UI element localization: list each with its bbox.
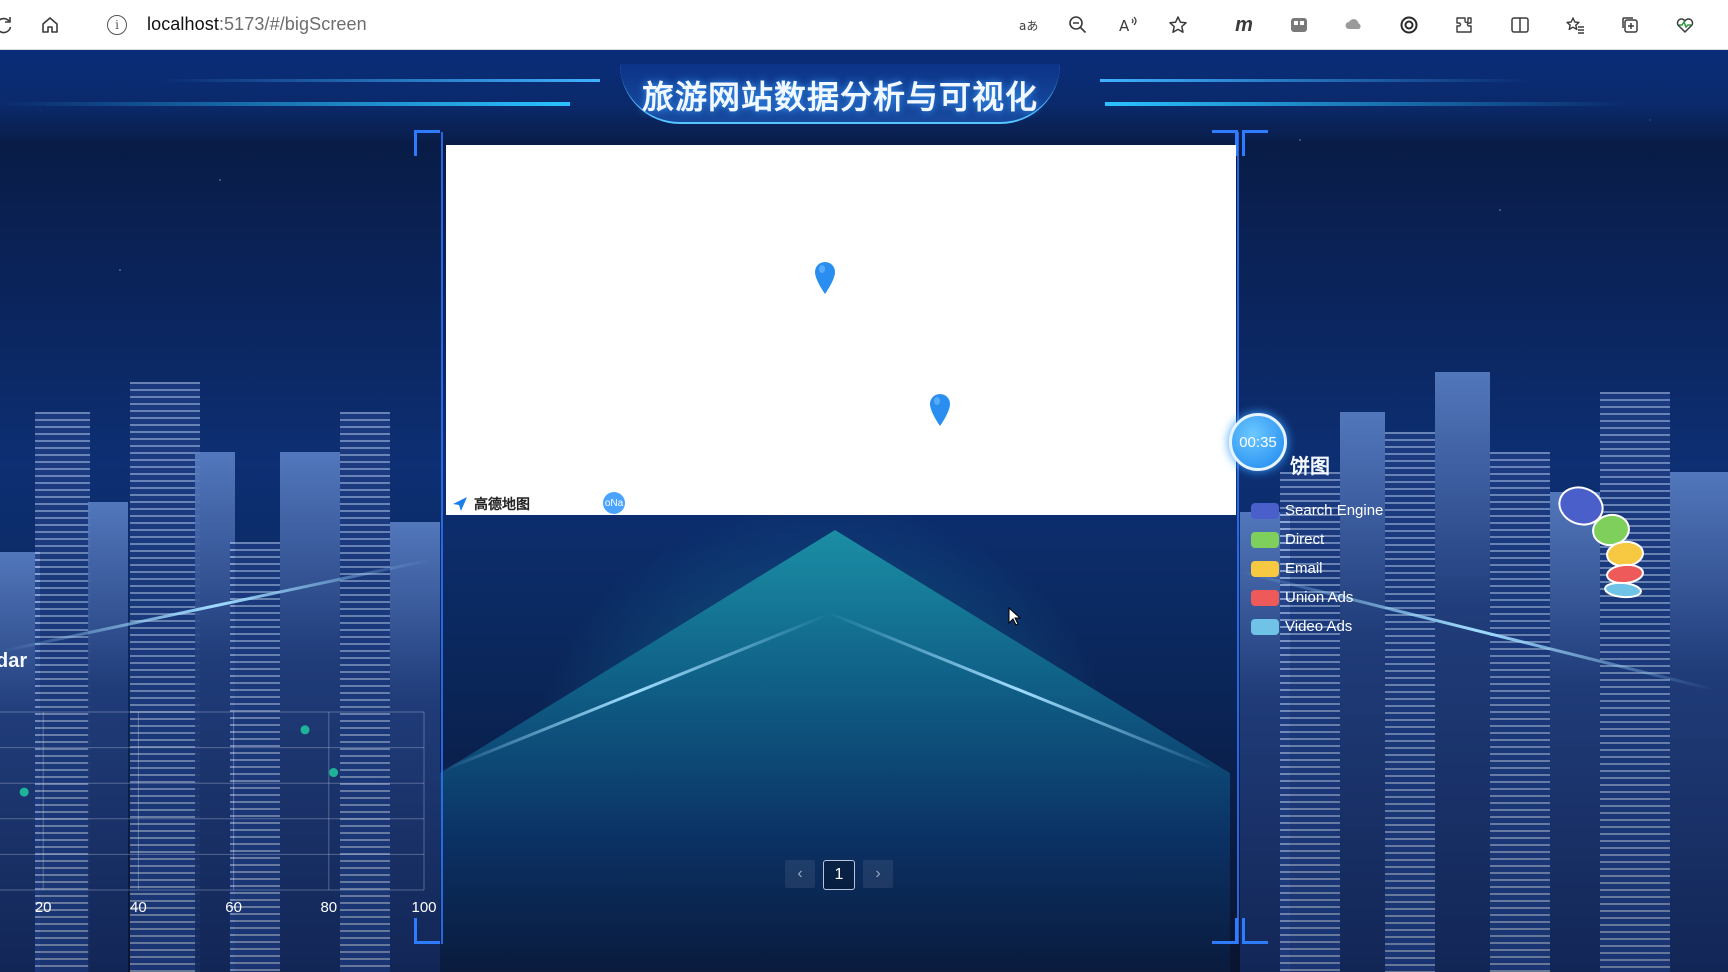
amap-arrow-icon: [453, 497, 467, 511]
legend-item[interactable]: Search Engine: [1251, 501, 1383, 520]
frame-corner-br: [1212, 918, 1238, 944]
legend-item[interactable]: Video Ads: [1251, 617, 1383, 636]
pie-chart: [1558, 486, 1644, 599]
map-provider-label: 高德地图: [474, 496, 530, 512]
legend-item[interactable]: Union Ads: [1251, 588, 1383, 607]
legend-swatch: [1251, 502, 1279, 519]
map-marker-icon[interactable]: [928, 393, 952, 427]
next-page-button[interactable]: ›: [863, 860, 893, 888]
legend-label: Video Ads: [1285, 618, 1353, 635]
cloud-icon[interactable]: [1340, 11, 1368, 39]
header-line-left: [0, 102, 570, 106]
split-screen-icon[interactable]: [1506, 11, 1534, 39]
legend-swatch: [1251, 618, 1279, 635]
info-icon[interactable]: i: [107, 15, 127, 35]
legend-swatch: [1251, 531, 1279, 548]
prev-page-button[interactable]: ‹: [785, 860, 815, 888]
timer-badge: 00:35: [1229, 413, 1287, 471]
collections-icon[interactable]: [1616, 11, 1644, 39]
legend-label: Union Ads: [1285, 589, 1354, 606]
read-aloud-icon[interactable]: A: [1114, 11, 1142, 39]
url-path: :5173/#/bigScreen: [218, 14, 367, 34]
header-glow-right: [1100, 79, 1530, 82]
scatter-chart: 20 40 60 80 100: [0, 711, 437, 916]
home-icon[interactable]: [36, 11, 64, 39]
m-extension-icon[interactable]: m: [1230, 11, 1258, 39]
zoom-out-icon[interactable]: [1064, 11, 1092, 39]
legend-item[interactable]: Email: [1251, 559, 1383, 578]
copilot-icon[interactable]: [1395, 11, 1423, 39]
page-number-button[interactable]: 1: [823, 860, 855, 890]
refresh-icon[interactable]: [0, 11, 18, 39]
pie-slice[interactable]: [1604, 581, 1642, 599]
header-glow-left: [160, 79, 600, 82]
x-tick-label: 100: [411, 899, 436, 916]
svg-text:aあ: aあ: [1019, 19, 1038, 33]
frame-corner-tl: [414, 130, 440, 156]
pie-panel-title: 饼图: [1290, 456, 1330, 478]
x-tick-label: 20: [35, 899, 52, 916]
legend-item[interactable]: Direct: [1251, 530, 1383, 549]
map-badge-text: oNa: [604, 497, 624, 509]
svg-text:A: A: [1119, 17, 1130, 35]
frame-corner-rb: [1242, 918, 1268, 944]
mouse-cursor-icon: [1008, 607, 1022, 626]
map-view[interactable]: [446, 145, 1236, 515]
favorites-icon[interactable]: [1561, 11, 1589, 39]
pie-slice[interactable]: [1606, 563, 1644, 585]
legend-swatch: [1251, 560, 1279, 577]
legend-label: Email: [1285, 560, 1323, 577]
frame-corner-rt: [1242, 130, 1268, 156]
address-bar[interactable]: localhost:5173/#/bigScreen: [147, 14, 367, 35]
left-panel-title: dar: [0, 650, 28, 672]
x-tick-label: 80: [320, 899, 337, 916]
header-line-right: [1105, 102, 1625, 106]
legend-swatch: [1251, 589, 1279, 606]
x-tick-label: 40: [130, 899, 147, 916]
app-extension-icon[interactable]: [1285, 11, 1313, 39]
translate-icon[interactable]: aあ: [1014, 11, 1042, 39]
map-provider-logo: 高德地图: [452, 494, 530, 514]
legend-label: Search Engine: [1285, 502, 1384, 519]
scatter-point[interactable]: [329, 768, 339, 778]
pagination: ‹ 1 ›: [785, 860, 893, 890]
map-badge: oNa: [603, 492, 625, 514]
url-host: localhost: [147, 14, 219, 34]
scatter-point[interactable]: [300, 725, 310, 735]
scatter-point[interactable]: [19, 787, 29, 797]
dashboard-screen: 旅游网站数据分析与可视化 高德地图 oNa ‹ 1 › dar 20 40 60 80…: [0, 50, 1728, 972]
browser-toolbar: i localhost:5173/#/bigScreen aあ A m: [0, 0, 1728, 50]
page-title: 旅游网站数据分析与可视化: [641, 79, 1038, 115]
legend-label: Direct: [1285, 531, 1325, 548]
favorite-star-icon[interactable]: [1164, 11, 1192, 39]
performance-icon[interactable]: [1671, 11, 1699, 39]
extensions-icon[interactable]: [1450, 11, 1478, 39]
pie-legend: Search Engine Direct Email Union Ads Video A…: [1251, 501, 1383, 636]
x-tick-label: 60: [225, 899, 242, 916]
map-marker-icon[interactable]: [813, 261, 837, 295]
